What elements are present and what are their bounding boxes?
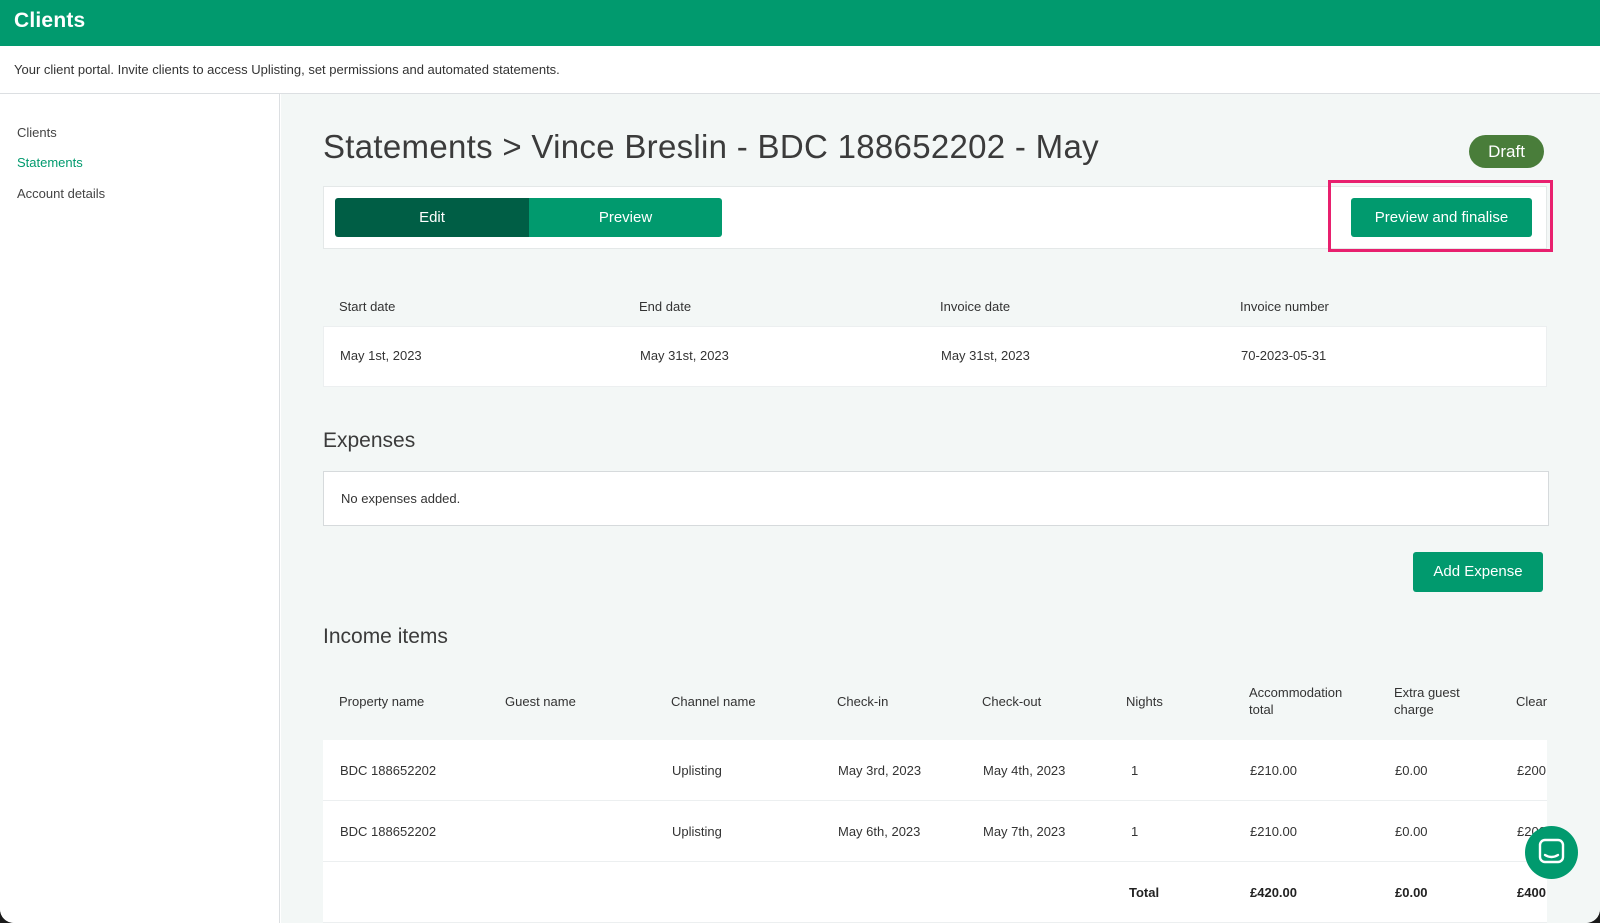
sidebar-item-clients[interactable]: Clients (17, 125, 57, 140)
col-property-name: Property name (339, 694, 425, 709)
dates-header-row: Start date End date Invoice date Invoice… (323, 289, 1547, 326)
expenses-list: No expenses added. (323, 471, 1549, 526)
total-accommodation: £420.00 (1250, 885, 1297, 900)
dates-value-row: May 1st, 2023 May 31st, 2023 May 31st, 2… (323, 326, 1547, 387)
cell-check-out: May 4th, 2023 (983, 763, 1066, 778)
cell-channel: Uplisting (672, 824, 722, 839)
app-window: Clients Your client portal. Invite clien… (0, 0, 1600, 923)
total-label: Total (1129, 885, 1160, 900)
income-heading: Income items (323, 625, 448, 648)
cell-accommodation: £210.00 (1250, 763, 1297, 778)
income-total-row: Total £420.00 £0.00 £400 (323, 862, 1547, 923)
col-extra-guest-charge: Extra guest charge (1394, 685, 1460, 717)
page-title: Statements > Vince Breslin - BDC 1886522… (323, 128, 1099, 165)
status-badge: Draft (1469, 135, 1544, 168)
end-date-value: May 31st, 2023 (640, 348, 729, 363)
invoice-number-header: Invoice number (1240, 299, 1329, 314)
sidebar-item-statements[interactable]: Statements (17, 155, 83, 170)
cell-check-out: May 7th, 2023 (983, 824, 1066, 839)
invoice-date-header: Invoice date (940, 299, 1011, 314)
sidebar-item-account-details[interactable]: Account details (17, 186, 105, 201)
cell-extra-guest: £0.00 (1395, 824, 1428, 839)
top-header: Clients (0, 0, 1600, 46)
cell-check-in: May 3rd, 2023 (838, 763, 922, 778)
portal-description: Your client portal. Invite clients to ac… (14, 62, 560, 77)
chat-bubble-icon[interactable] (1525, 826, 1578, 879)
chat-glyph (1538, 838, 1565, 864)
cell-property: BDC 188652202 (340, 763, 437, 778)
cell-check-in: May 6th, 2023 (838, 824, 921, 839)
cell-accommodation: £210.00 (1250, 824, 1297, 839)
cell-property: BDC 188652202 (340, 824, 437, 839)
col-accommodation-total: Accommodation total (1249, 685, 1343, 717)
cell-cleaning: £200 (1517, 763, 1546, 778)
sub-header: Your client portal. Invite clients to ac… (0, 46, 1600, 94)
edit-tab[interactable]: Edit (335, 198, 529, 237)
invoice-number-value: 70-2023-05-31 (1241, 348, 1327, 363)
add-expense-button[interactable]: Add Expense (1413, 552, 1543, 592)
col-guest-name: Guest name (505, 694, 576, 709)
preview-tab[interactable]: Preview (529, 198, 722, 237)
start-date-value: May 1st, 2023 (340, 348, 422, 363)
expenses-heading: Expenses (323, 429, 416, 452)
cell-nights: 1 (1131, 763, 1139, 778)
income-row: BDC 188652202 Uplisting May 3rd, 2023 Ma… (323, 740, 1547, 801)
col-nights: Nights (1126, 694, 1163, 709)
start-date-header: Start date (339, 299, 396, 314)
col-check-out: Check-out (982, 694, 1042, 709)
end-date-header: End date (639, 299, 692, 314)
income-row: BDC 188652202 Uplisting May 6th, 2023 Ma… (323, 801, 1547, 862)
cell-nights: 1 (1131, 824, 1139, 839)
cell-extra-guest: £0.00 (1395, 763, 1428, 778)
main-content: Statements > Vince Breslin - BDC 1886522… (281, 94, 1600, 923)
total-cleaning: £400 (1517, 885, 1546, 900)
total-extra-guest: £0.00 (1395, 885, 1428, 900)
preview-and-finalise-button[interactable]: Preview and finalise (1351, 198, 1532, 237)
app-title: Clients (14, 9, 86, 32)
col-cleaning: Cleaning (1516, 694, 1547, 709)
income-header-row: Property name Guest name Channel name Ch… (323, 664, 1547, 740)
invoice-date-value: May 31st, 2023 (941, 348, 1030, 363)
income-table: Property name Guest name Channel name Ch… (323, 664, 1547, 923)
col-channel-name: Channel name (671, 694, 756, 709)
col-check-in: Check-in (837, 694, 889, 709)
expenses-empty-text: No expenses added. (341, 491, 461, 506)
cell-channel: Uplisting (672, 763, 722, 778)
sidebar: Clients Statements Account details (0, 94, 280, 923)
